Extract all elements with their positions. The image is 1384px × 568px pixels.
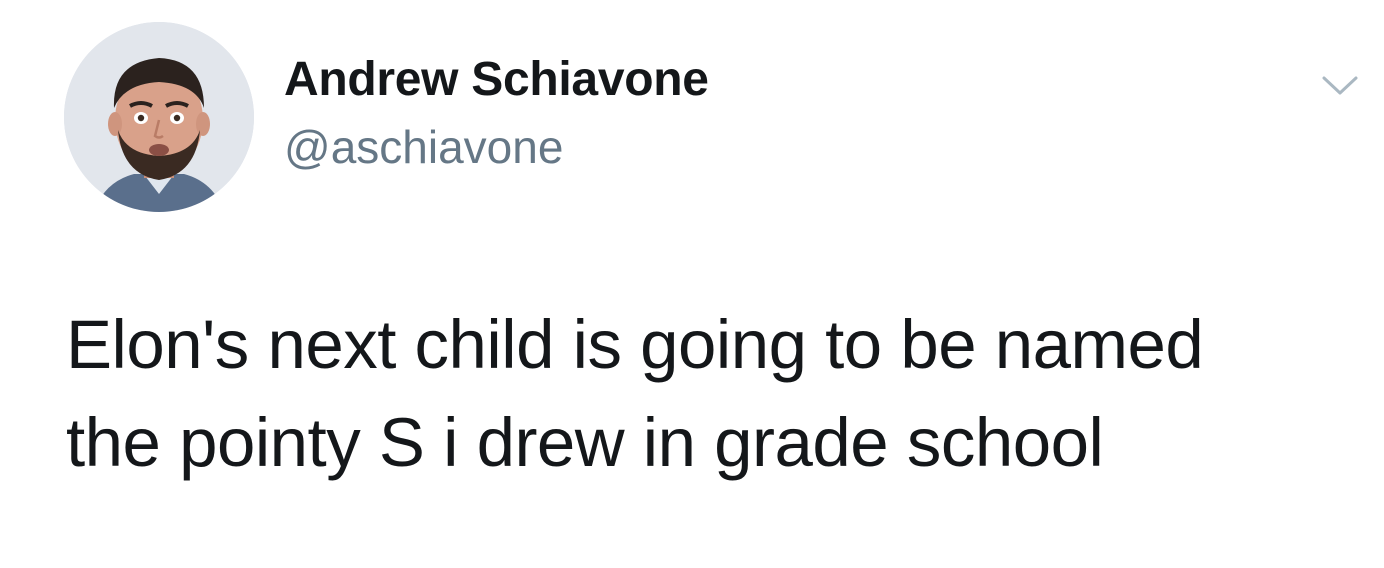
display-name[interactable]: Andrew Schiavone [284, 52, 709, 107]
tweet-card: Andrew Schiavone @aschiavone Elon's next… [0, 0, 1384, 568]
tweet-text: Elon's next child is going to be named t… [66, 296, 1356, 492]
tweet-text-line: Elon's next child is going to be named [66, 306, 1204, 383]
avatar[interactable] [64, 22, 254, 212]
user-avatar-photo [64, 22, 254, 212]
user-handle[interactable]: @aschiavone [284, 120, 563, 174]
tweet-text-line: the pointy S i drew in grade school [66, 404, 1104, 481]
chevron-down-icon[interactable] [1318, 70, 1362, 100]
